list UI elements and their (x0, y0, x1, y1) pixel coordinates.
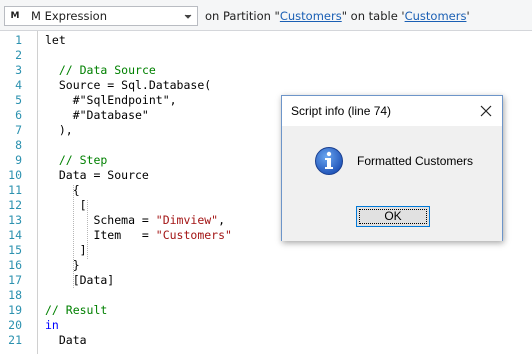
line-number: 3 (15, 63, 22, 77)
line-number: 13 (8, 213, 22, 227)
close-icon[interactable] (478, 103, 494, 119)
code-line: 3 // Data Source (0, 63, 532, 78)
dialog-body: Formatted Customers OK (282, 126, 502, 241)
line-number: 18 (8, 288, 22, 302)
line-number: 6 (15, 108, 22, 122)
code-line: 15 ] (0, 243, 532, 258)
code-text: let (45, 33, 66, 48)
code-text: Source = Sql.Database( (45, 78, 211, 93)
table-suffix: ' (466, 9, 470, 23)
line-number: 10 (8, 168, 22, 182)
script-info-dialog: Script info (line 74) Formatted Customer… (281, 95, 503, 241)
table-prefix: " on table ' (341, 9, 405, 23)
line-number: 5 (15, 93, 22, 107)
expression-type-dropdown[interactable]: M M Expression (4, 6, 198, 26)
code-keyword: in (45, 318, 59, 332)
code-text: } (45, 258, 80, 273)
code-text: in (45, 318, 59, 333)
code-token: ), (45, 123, 73, 137)
code-token: #"Database" (45, 108, 149, 122)
code-comment: // Result (45, 303, 108, 317)
indent-guide (73, 185, 74, 289)
code-string: "Dimview" (155, 213, 219, 227)
code-text: // Result (45, 303, 107, 318)
code-line: 17 [Data] (0, 273, 532, 288)
dialog-title: Script info (line 74) (291, 104, 392, 118)
code-line: 18 (0, 288, 532, 303)
chevron-down-icon[interactable] (183, 10, 193, 22)
code-line: 16 } (0, 258, 532, 273)
code-text: Data (45, 333, 87, 348)
code-token: [Data] (45, 273, 115, 287)
line-number: 20 (8, 318, 22, 332)
code-comment: // Data Source (58, 63, 156, 77)
code-text: #"Database" (45, 108, 149, 123)
line-number: 9 (15, 153, 22, 167)
expression-toolbar: M M Expression on Partition "Customers" … (0, 0, 532, 31)
code-token: , (218, 213, 226, 227)
partition-info: on Partition "Customers" on table 'Custo… (205, 9, 470, 23)
code-text: [Data] (45, 273, 115, 288)
code-token: Schema = (45, 213, 156, 227)
partition-prefix: on Partition " (205, 9, 280, 23)
code-token: Data (45, 333, 87, 347)
code-text: ), (45, 123, 73, 138)
line-number: 2 (15, 48, 22, 62)
code-text: [ (45, 198, 87, 213)
code-token: { (45, 183, 80, 197)
ok-button[interactable]: OK (356, 206, 430, 227)
code-line: 2 (0, 48, 532, 63)
line-number: 11 (8, 183, 22, 197)
expression-type-value: M Expression (31, 9, 108, 23)
info-icon (315, 147, 343, 175)
code-line: 20 in (0, 318, 532, 333)
partition-link[interactable]: Customers (280, 9, 342, 23)
dialog-title-bar: Script info (line 74) (282, 96, 502, 126)
line-number: 4 (15, 78, 22, 92)
dialog-message: Formatted Customers (357, 154, 474, 168)
code-token: ] (45, 243, 87, 257)
code-text: Data = Source (45, 168, 149, 183)
code-token: Source = Sql.Database( (45, 78, 212, 92)
line-number: 1 (15, 33, 22, 47)
line-number: 15 (8, 243, 22, 257)
indent-guide (87, 200, 88, 260)
code-line: 21 Data (0, 333, 532, 348)
line-number: 19 (8, 303, 22, 317)
code-token: } (45, 258, 80, 272)
code-token: Data = Source (45, 168, 149, 182)
code-line: 1 let (0, 33, 532, 48)
code-text: // Data Source (45, 63, 156, 78)
code-text: ] (45, 243, 87, 258)
code-text: // Step (45, 153, 107, 168)
line-number: 12 (8, 198, 22, 212)
code-token: let (45, 33, 66, 47)
code-token: [ (45, 198, 87, 212)
code-comment: // Step (58, 153, 108, 167)
line-number: 8 (15, 138, 22, 152)
table-link[interactable]: Customers (405, 9, 467, 23)
code-text: #"SqlEndpoint", (45, 93, 177, 108)
code-line: 4 Source = Sql.Database( (0, 78, 532, 93)
line-number: 17 (8, 273, 22, 287)
line-number: 21 (8, 333, 22, 347)
line-number: 14 (8, 228, 22, 242)
code-text: { (45, 183, 80, 198)
code-token: Item = (45, 228, 156, 242)
line-number: 7 (15, 123, 22, 137)
code-line: 19 // Result (0, 303, 532, 318)
code-text: Schema = "Dimview", (45, 213, 225, 228)
line-number: 16 (8, 258, 22, 272)
m-expression-icon: M (10, 11, 20, 21)
code-token: #"SqlEndpoint", (45, 93, 177, 107)
code-string: "Customers" (155, 228, 232, 242)
